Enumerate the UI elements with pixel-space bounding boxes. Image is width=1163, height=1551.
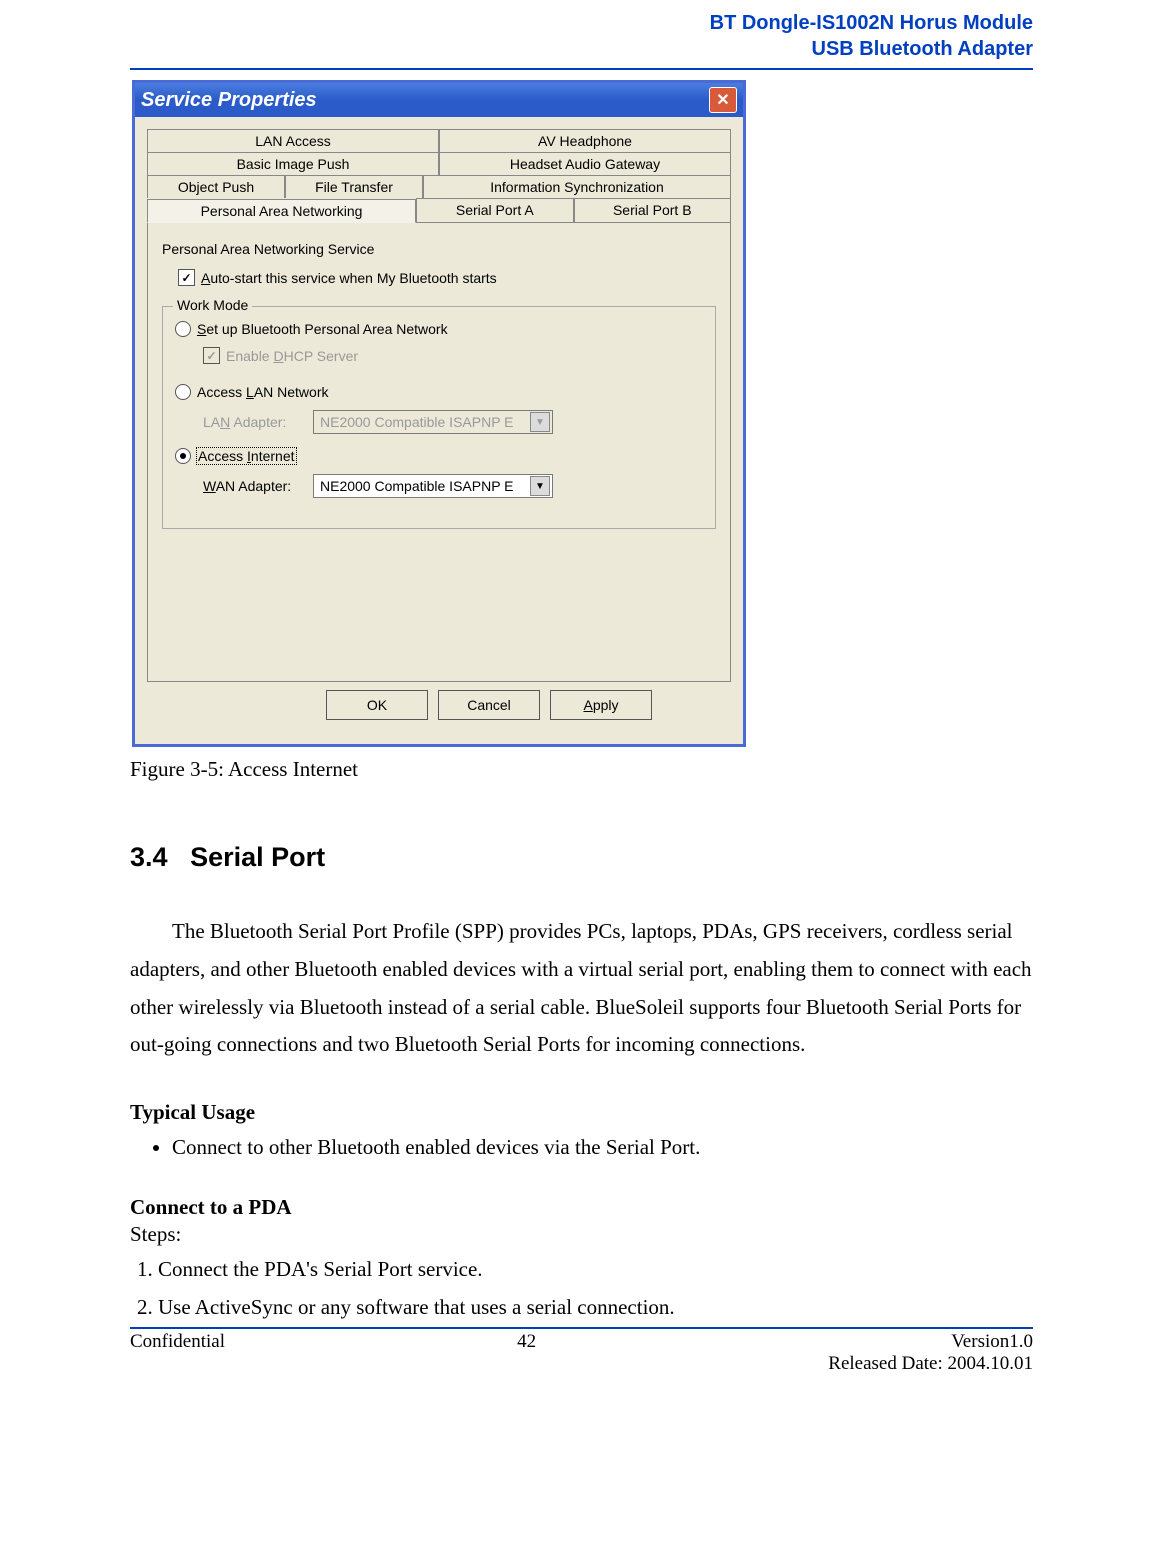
enable-dhcp-checkbox: ✓ [203, 347, 220, 364]
apply-button[interactable]: Apply [550, 690, 652, 720]
radio-access-internet-label: Access Internet [197, 448, 296, 464]
header-rule [130, 68, 1033, 70]
page-header: BT Dongle-IS1002N Horus Module USB Bluet… [130, 10, 1033, 62]
lan-adapter-value: NE2000 Compatible ISAPNP E [320, 414, 514, 430]
tab-serial-port-b[interactable]: Serial Port B [574, 198, 731, 222]
figure-caption: Figure 3-5: Access Internet [130, 757, 1033, 782]
header-line2: USB Bluetooth Adapter [130, 36, 1033, 62]
autostart-label: Auto-start this service when My Bluetoot… [201, 270, 497, 286]
tab-serial-port-a[interactable]: Serial Port A [416, 198, 573, 222]
tab-pane: Personal Area Networking Service ✓ Auto-… [147, 222, 731, 682]
footer-rule [130, 1327, 1033, 1329]
connect-pda-heading: Connect to a PDA [130, 1195, 1033, 1220]
body-paragraph: The Bluetooth Serial Port Profile (SPP) … [130, 913, 1033, 1064]
dialog-titlebar: Service Properties ✕ [135, 83, 743, 117]
cancel-button[interactable]: Cancel [438, 690, 540, 720]
autostart-checkbox[interactable]: ✓ [178, 269, 195, 286]
lan-adapter-label: LAN Adapter: [203, 414, 303, 430]
tab-object-push[interactable]: Object Push [147, 175, 285, 198]
close-button[interactable]: ✕ [709, 87, 737, 113]
service-name-label: Personal Area Networking Service [162, 241, 716, 257]
tab-lan-access[interactable]: LAN Access [147, 129, 439, 152]
list-item: Connect to other Bluetooth enabled devic… [172, 1129, 1033, 1167]
dialog-title: Service Properties [141, 89, 317, 112]
radio-access-lan[interactable] [175, 384, 191, 400]
section-title: Serial Port [190, 842, 325, 872]
screenshot-container: Service Properties ✕ LAN Access AV Headp… [132, 80, 1033, 747]
tab-strip: LAN Access AV Headphone Basic Image Push… [147, 129, 731, 682]
footer-page-number: 42 [517, 1331, 536, 1375]
chevron-down-icon[interactable]: ▼ [530, 476, 550, 496]
steps-list: Connect the PDA's Serial Port service. U… [130, 1251, 1033, 1327]
service-properties-dialog: Service Properties ✕ LAN Access AV Headp… [132, 80, 746, 747]
step-item: Use ActiveSync or any software that uses… [158, 1289, 1033, 1327]
wan-adapter-combo[interactable]: NE2000 Compatible ISAPNP E ▼ [313, 474, 553, 498]
work-mode-legend: Work Mode [173, 297, 252, 313]
tab-file-transfer[interactable]: File Transfer [285, 175, 423, 198]
step-item: Connect the PDA's Serial Port service. [158, 1251, 1033, 1289]
tab-av-headphone[interactable]: AV Headphone [439, 129, 731, 152]
tab-info-sync[interactable]: Information Synchronization [423, 175, 731, 198]
tab-headset-audio-gateway[interactable]: Headset Audio Gateway [439, 152, 731, 175]
radio-access-internet[interactable] [175, 448, 191, 464]
ok-button[interactable]: OK [326, 690, 428, 720]
tab-pan[interactable]: Personal Area Networking [147, 199, 416, 223]
chevron-down-icon: ▼ [530, 412, 550, 432]
work-mode-group: Work Mode Set up Bluetooth Personal Area… [162, 306, 716, 529]
section-heading: 3.4 Serial Port [130, 842, 1033, 873]
page-footer: Confidential 42 Version1.0 Released Date… [130, 1331, 1033, 1375]
footer-left: Confidential [130, 1331, 225, 1375]
section-number: 3.4 [130, 842, 168, 872]
steps-label: Steps: [130, 1222, 1033, 1247]
wan-adapter-label: WAN Adapter: [203, 478, 303, 494]
header-line1: BT Dongle-IS1002N Horus Module [130, 10, 1033, 36]
enable-dhcp-label: Enable DHCP Server [226, 348, 358, 364]
typical-usage-list: Connect to other Bluetooth enabled devic… [130, 1129, 1033, 1167]
radio-setup-pan[interactable] [175, 321, 191, 337]
radio-setup-pan-label: Set up Bluetooth Personal Area Network [197, 321, 448, 337]
wan-adapter-value: NE2000 Compatible ISAPNP E [320, 478, 514, 494]
footer-right: Version1.0 Released Date: 2004.10.01 [828, 1331, 1033, 1375]
typical-usage-heading: Typical Usage [130, 1100, 1033, 1125]
lan-adapter-combo: NE2000 Compatible ISAPNP E ▼ [313, 410, 553, 434]
tab-basic-image-push[interactable]: Basic Image Push [147, 152, 439, 175]
radio-access-lan-label: Access LAN Network [197, 384, 329, 400]
